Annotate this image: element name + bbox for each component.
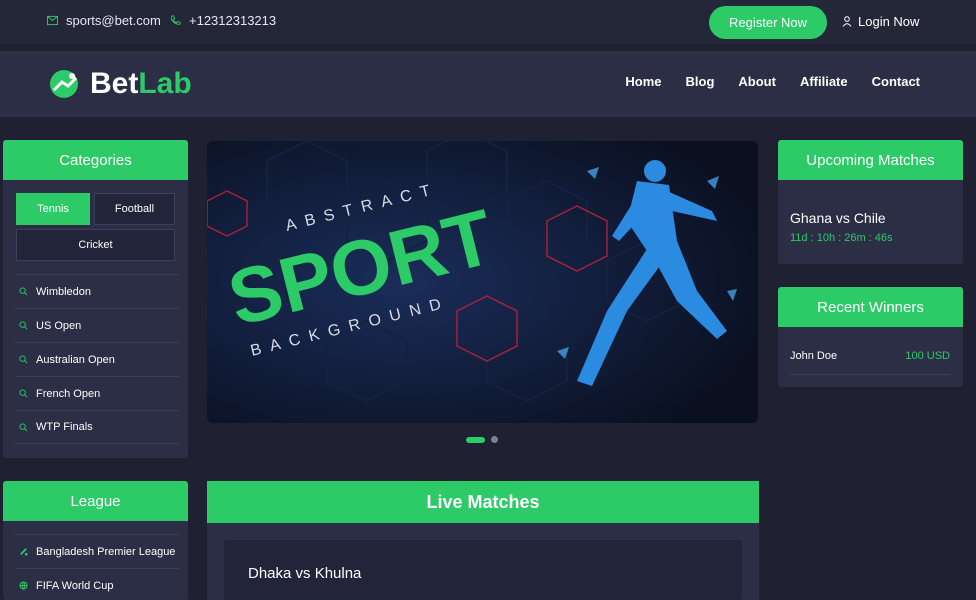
chip-cricket[interactable]: Cricket (16, 229, 175, 261)
phone-contact[interactable]: +12312313213 (170, 13, 276, 28)
top-bar: sports@bet.com +12312313213 Register Now… (0, 0, 976, 44)
upcoming-title: Upcoming Matches (778, 140, 963, 180)
winner-amount: 100 USD (905, 350, 950, 362)
winners-title: Recent Winners (778, 287, 963, 327)
category-item-us-open[interactable]: US Open (15, 308, 179, 342)
category-item-wimbledon[interactable]: Wimbledon (15, 274, 179, 308)
category-label: US Open (36, 319, 82, 332)
logo-icon (50, 70, 78, 98)
globe-icon (19, 581, 28, 590)
tennis-icon (19, 389, 28, 398)
tennis-icon (19, 422, 28, 431)
categories-title: Categories (3, 140, 188, 180)
phone-icon (170, 15, 181, 25)
upcoming-countdown: 11d : 10h : 26m : 46s (790, 232, 893, 244)
live-match-title: Dhaka vs Khulna (248, 565, 362, 582)
tennis-icon (19, 287, 28, 296)
brand-part2: Lab (138, 67, 192, 100)
chip-football[interactable]: Football (94, 193, 175, 225)
league-title: League (3, 481, 188, 521)
upcoming-match[interactable]: Ghana vs Chile (790, 210, 886, 226)
nav-affiliate[interactable]: Affiliate (800, 74, 848, 89)
email-contact[interactable]: sports@bet.com (47, 13, 161, 28)
tennis-icon (19, 321, 28, 330)
category-item-australian-open[interactable]: Australian Open (15, 342, 179, 376)
league-item-bpl[interactable]: Bangladesh Premier League (15, 534, 179, 568)
nav-home[interactable]: Home (625, 74, 661, 89)
winner-name: John Doe (790, 350, 838, 362)
user-icon (842, 16, 852, 27)
recent-winners-panel: Recent Winners John Doe 100 USD (778, 287, 963, 387)
live-matches-title: Live Matches (207, 481, 759, 523)
carousel-dot[interactable] (491, 436, 498, 443)
cricket-icon (20, 548, 28, 556)
category-item-french-open[interactable]: French Open (15, 376, 179, 410)
league-item-fifa[interactable]: FIFA World Cup (15, 568, 179, 600)
category-label: French Open (36, 387, 101, 400)
phone-text: +12312313213 (189, 13, 277, 28)
categories-panel: Categories Tennis Football Cricket Wimbl… (3, 140, 188, 458)
league-label: Bangladesh Premier League (36, 545, 176, 558)
carousel-dot-active[interactable] (466, 436, 485, 443)
hero-banner[interactable]: ABSTRACT SPORT BACKGROUND (207, 141, 758, 423)
nav-about[interactable]: About (738, 74, 776, 89)
chip-tennis[interactable]: Tennis (16, 193, 90, 225)
main-navbar: Bet Lab Home Blog About Affiliate Contact (0, 51, 976, 117)
login-link[interactable]: Login Now (842, 14, 919, 29)
league-label: FIFA World Cup (36, 579, 114, 592)
upcoming-matches-panel: Upcoming Matches Ghana vs Chile 11d : 10… (778, 140, 963, 264)
tennis-icon (19, 355, 28, 364)
login-label: Login Now (858, 14, 920, 29)
category-label: Australian Open (36, 353, 115, 366)
nav-menu: Home Blog About Affiliate Contact (625, 74, 920, 89)
league-panel: League Bangladesh Premier League FIFA Wo… (3, 481, 188, 600)
category-label: WTP Finals (36, 421, 93, 433)
register-button[interactable]: Register Now (709, 6, 827, 39)
brand-part1: Bet (90, 67, 139, 100)
brand-logo[interactable]: Bet Lab (48, 67, 192, 101)
category-label: Wimbledon (36, 285, 92, 298)
category-item-wtp-finals[interactable]: WTP Finals (15, 410, 179, 444)
email-text: sports@bet.com (66, 13, 161, 28)
nav-blog[interactable]: Blog (686, 74, 715, 89)
mail-icon (47, 15, 58, 26)
winner-row: John Doe 100 USD (790, 345, 950, 375)
carousel-dots (466, 436, 498, 443)
nav-contact[interactable]: Contact (872, 74, 920, 89)
sport-banner-image: ABSTRACT SPORT BACKGROUND (207, 141, 758, 423)
